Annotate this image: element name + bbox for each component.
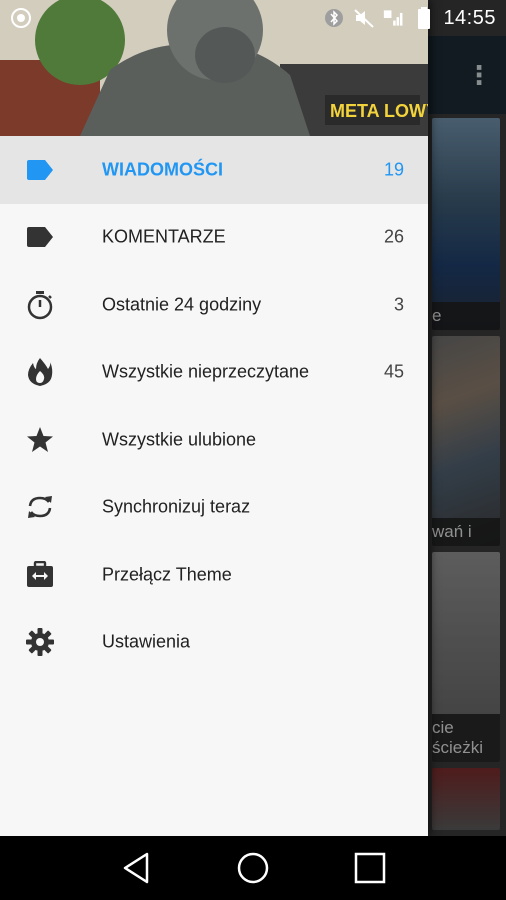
battery-icon: [413, 7, 435, 29]
drawer-item-count: 19: [383, 159, 404, 180]
flame-icon: [24, 356, 56, 388]
drawer-item-label: Ustawienia: [102, 631, 191, 652]
drawer-item-settings[interactable]: Ustawienia: [0, 609, 428, 677]
home-icon[interactable]: [233, 848, 273, 888]
drawer-item-label: Wszystkie ulubione: [102, 429, 257, 450]
drawer-item-count: 3: [393, 294, 404, 315]
drawer-item-unread[interactable]: Wszystkie nieprzeczytane 45: [0, 339, 428, 407]
drawer-menu: WIADOMOŚCI 19 KOMENTARZE 26 Ostatnie 24 …: [0, 136, 428, 676]
drawer-item-wiadomosci[interactable]: WIADOMOŚCI 19: [0, 136, 428, 204]
bluetooth-icon: [323, 7, 345, 29]
drawer-item-label: KOMENTARZE: [102, 226, 226, 247]
recents-icon[interactable]: [350, 848, 390, 888]
drawer-item-komentarze[interactable]: KOMENTARZE 26: [0, 204, 428, 272]
back-icon[interactable]: [116, 848, 156, 888]
shop-sign-text: META LOWY: [330, 101, 428, 121]
label-icon: [24, 154, 56, 186]
drawer-item-label: Przełącz Theme: [102, 564, 232, 585]
drawer-item-last-24h[interactable]: Ostatnie 24 godziny 3: [0, 271, 428, 339]
signal-icon: [383, 7, 405, 29]
sync-icon: [24, 491, 56, 523]
drawer-item-label: Wszystkie nieprzeczytane: [102, 361, 310, 382]
star-icon: [24, 424, 56, 456]
drawer-item-favorites[interactable]: Wszystkie ulubione: [0, 406, 428, 474]
drawer-item-count: 26: [383, 226, 404, 247]
clock: 14:55: [443, 6, 496, 29]
drawer-item-label: WIADOMOŚCI: [102, 159, 223, 180]
navigation-drawer: META LOWY WIADOMOŚCI 19 KOMENTARZE 26 Os…: [0, 0, 428, 836]
drawer-item-label: Ostatnie 24 godziny: [102, 294, 262, 315]
status-bar: 14:55: [0, 0, 506, 36]
gear-icon: [24, 626, 56, 658]
label-icon: [24, 221, 56, 253]
drawer-item-label: Synchronizuj teraz: [102, 496, 251, 517]
drawer-item-switch-theme[interactable]: Przełącz Theme: [0, 541, 428, 609]
drawer-item-count: 45: [383, 361, 404, 382]
drawer-item-sync[interactable]: Synchronizuj teraz: [0, 474, 428, 542]
app-notification-icon: [10, 7, 32, 29]
mute-icon: [353, 7, 375, 29]
timer-icon: [24, 289, 56, 321]
switch-theme-icon: [24, 559, 56, 591]
system-navigation-bar: [0, 836, 506, 900]
